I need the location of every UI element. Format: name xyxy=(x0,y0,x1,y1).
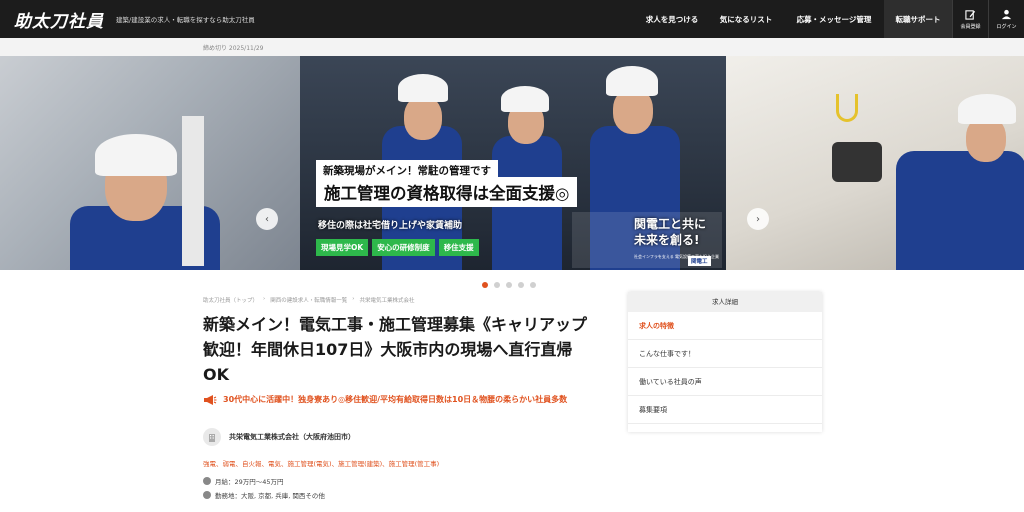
carousel-slide-prev xyxy=(0,56,300,270)
company-row: 共栄電気工業株式会社（大阪府池田市） xyxy=(203,428,355,446)
kandenko-line-1: 関電工と共に xyxy=(634,217,707,231)
panel-item-employee-voice[interactable]: 働いている社員の声 xyxy=(628,368,822,396)
megaphone-icon xyxy=(204,395,217,405)
banner-tag: 移住支援 xyxy=(438,239,479,256)
job-detail-nav: 求人詳細 求人の特徴 こんな仕事です！ 働いている社員の声 募集要項 xyxy=(628,292,822,432)
worker-helmet xyxy=(398,74,448,102)
breadcrumb: 助太刀社員（トップ） › 関西の建設求人・転職情報一覧 › 共栄電気工業株式会社 xyxy=(203,296,414,304)
image-carousel: 新築現場がメイン！常駐の管理です 施工管理の資格取得は全面支援◎ 移住の際は社宅… xyxy=(0,56,1024,270)
chevron-right-icon: › xyxy=(756,213,760,225)
job-catchcopy: 30代中心に活躍中！独身寮あり◎移住歓迎/平均有給取得日数は10日＆物腰の柔らか… xyxy=(203,393,593,406)
banner-tag: 安心の研修制度 xyxy=(372,239,435,256)
kandenko-logo: 関電工 xyxy=(688,256,711,266)
worker-face xyxy=(404,96,442,140)
panel-item-work[interactable]: こんな仕事です！ xyxy=(628,340,822,368)
panel-title: 求人詳細 xyxy=(628,292,822,312)
register-button[interactable]: 会員登録 xyxy=(952,0,988,38)
carousel-next-button[interactable]: › xyxy=(747,208,769,230)
main-nav: 求人を見つける 気になるリスト 応募・メッセージ管理 転職サポート 会員登録 ロ… xyxy=(636,0,1024,38)
building-icon xyxy=(203,428,221,446)
power-tool xyxy=(832,142,882,182)
login-button[interactable]: ログイン xyxy=(988,0,1024,38)
duct-pipe xyxy=(182,116,204,266)
carousel-dot[interactable] xyxy=(518,282,524,288)
breadcrumb-separator: › xyxy=(352,296,355,302)
salary-text: 月給：29万円〜45万円 xyxy=(215,478,284,486)
breadcrumb-region[interactable]: 関西の建設求人・転職情報一覧 xyxy=(270,296,347,304)
nav-find-jobs[interactable]: 求人を見つける xyxy=(636,0,708,38)
nav-career-support[interactable]: 転職サポート xyxy=(884,0,952,38)
panel-item-features[interactable]: 求人の特徴 xyxy=(628,312,822,340)
salary-row: 月給：29万円〜45万円 xyxy=(203,476,284,486)
cable-hook xyxy=(836,94,858,122)
breadcrumb-top[interactable]: 助太刀社員（トップ） xyxy=(203,296,258,304)
worker-figure xyxy=(896,151,1024,270)
edit-icon xyxy=(965,9,976,20)
deadline-text: 締め切り 2025/11/29 xyxy=(203,45,264,52)
site-logo[interactable]: 助太刀社員 xyxy=(14,7,104,32)
worker-helmet xyxy=(606,66,658,96)
chevron-left-icon: ‹ xyxy=(265,213,269,225)
yen-icon xyxy=(203,477,211,485)
panel-item-requirements[interactable]: 募集要項 xyxy=(628,396,822,424)
company-name[interactable]: 共栄電気工業株式会社（大阪府池田市） xyxy=(229,432,355,442)
worker-helmet xyxy=(958,94,1016,124)
worker-helmet xyxy=(95,134,177,176)
job-categories: 強電、弱電、自火報、電気、施工管理(電気)、施工管理(建築)、施工管理(管工事) xyxy=(203,460,440,468)
nav-messages[interactable]: 応募・メッセージ管理 xyxy=(784,0,884,38)
carousel-dot[interactable] xyxy=(482,282,488,288)
breadcrumb-company: 共栄電気工業株式会社 xyxy=(359,298,415,304)
carousel-prev-button[interactable]: ‹ xyxy=(256,208,278,230)
carousel-dot[interactable] xyxy=(530,282,536,288)
banner-tags: 現場見学OK 安心の研修制度 移住支援 xyxy=(316,239,479,256)
user-icon xyxy=(1001,9,1012,19)
banner-tag: 現場見学OK xyxy=(316,239,369,256)
breadcrumb-separator: › xyxy=(263,296,266,302)
catchcopy-text: 30代中心に活躍中！独身寮あり◎移住歓迎/平均有給取得日数は10日＆物腰の柔らか… xyxy=(223,395,568,404)
top-header: 助太刀社員 建築/建設業の求人・転職を探すなら助太刀社員 求人を見つける 気にな… xyxy=(0,0,1024,38)
job-title: 新築メイン！電気工事・施工管理募集《キャリアップ歓迎！年間休日107日》大阪市内… xyxy=(203,315,588,384)
carousel-dot[interactable] xyxy=(494,282,500,288)
location-pin-icon xyxy=(203,491,211,499)
carousel-dot[interactable] xyxy=(506,282,512,288)
banner-copy-2: 施工管理の資格取得は全面支援◎ xyxy=(316,177,578,207)
site-tagline: 建築/建設業の求人・転職を探すなら助太刀社員 xyxy=(116,16,255,24)
login-label: ログイン xyxy=(996,23,1017,30)
banner-copy-3: 移住の際は社宅借り上げや家賃補助 xyxy=(318,221,463,231)
location-text: 勤務地：大阪, 京都, 兵庫, 関西その他 xyxy=(215,492,325,500)
location-row: 勤務地：大阪, 京都, 兵庫, 関西その他 xyxy=(203,490,325,500)
kandenko-line-2: 未来を創る! xyxy=(634,233,700,247)
carousel-slide-next xyxy=(726,56,1024,270)
worker-helmet xyxy=(501,86,549,112)
carousel-dots xyxy=(482,282,536,288)
deadline-bar: 締め切り 2025/11/29 xyxy=(0,38,1024,56)
nav-favorites[interactable]: 気になるリスト xyxy=(708,0,784,38)
register-label: 会員登録 xyxy=(960,23,981,30)
